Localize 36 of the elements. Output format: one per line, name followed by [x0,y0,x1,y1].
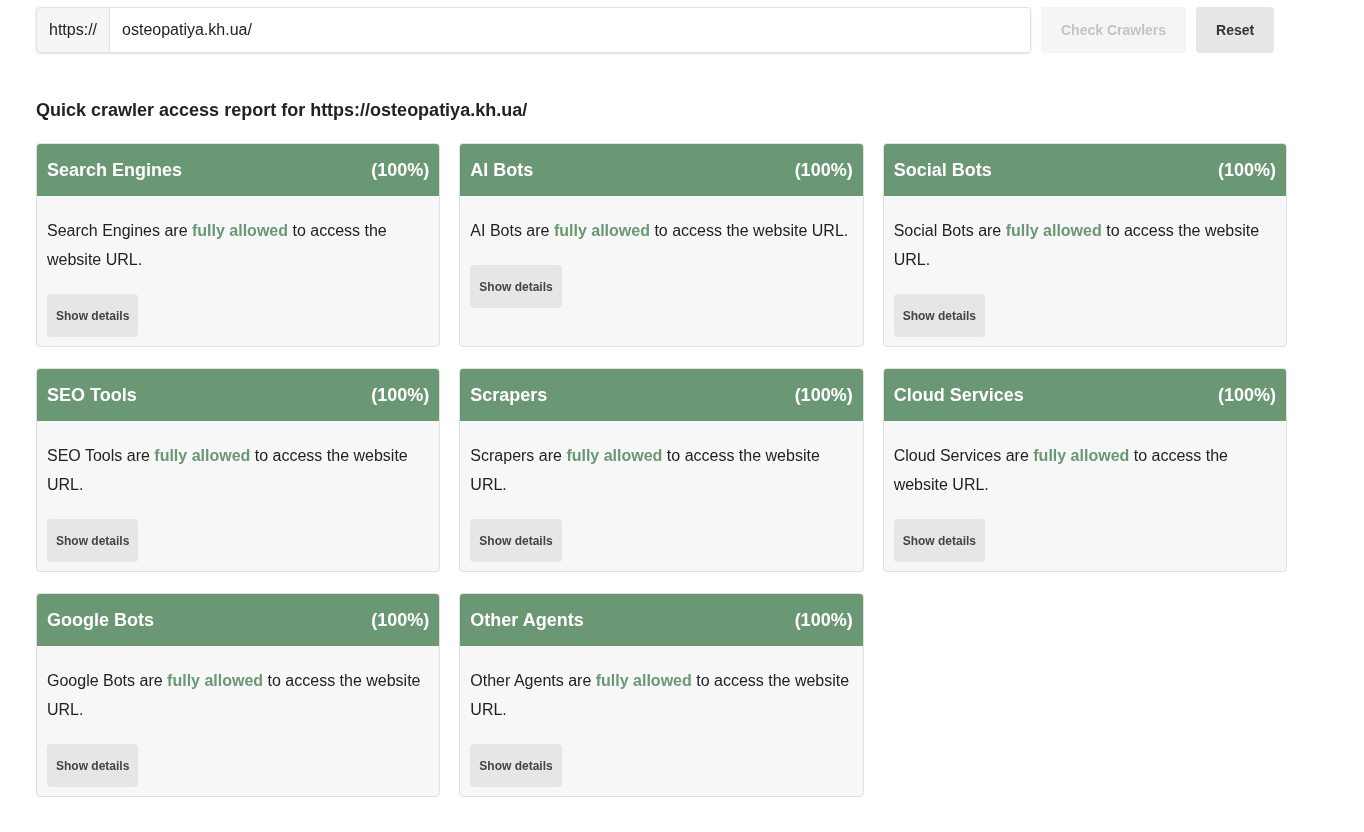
show-details-button[interactable]: Show details [470,744,562,787]
card-text: Scrapers are fully allowed to access the website URL. [470,446,821,495]
show-details-button[interactable]: Show details [47,294,139,337]
card-percent: (100%) [1217,158,1276,182]
show-details-button[interactable]: Show details [47,744,139,787]
card-title: SEO Tools [47,383,137,407]
card-title: Other Agents [470,608,584,632]
card-title: Social Bots [893,158,992,182]
card-title: Search Engines [47,158,183,182]
card-percent: (100%) [794,608,853,632]
card-text: AI Bots are fully allowed to access the website URL. [470,221,850,241]
card-text: Other Agents are fully allowed to access the website URL. [470,671,851,720]
show-details-button[interactable]: Show details [470,519,562,562]
card-text: SEO Tools are fully allowed to access the website URL. [47,446,409,495]
card-text: Google Bots are fully allowed to access the website URL. [47,671,422,720]
card-percent: (100%) [371,158,430,182]
show-details-button[interactable]: Show details [470,265,562,308]
card-title: Scrapers [470,383,548,407]
show-details-button[interactable]: Show details [893,294,985,337]
card-text: Social Bots are fully allowed to access the website URL. [893,221,1261,270]
reset-button[interactable]: Reset [1196,7,1275,53]
card-title: Cloud Services [893,383,1024,407]
card-text: Search Engines are fully allowed to access the website URL. [47,221,388,270]
card-percent: (100%) [1217,383,1276,407]
card-percent: (100%) [371,608,430,632]
card-percent: (100%) [794,383,853,407]
card-title: AI Bots [470,158,534,182]
show-details-button[interactable]: Show details [893,519,985,562]
card-title: Google Bots [47,608,154,632]
card-percent: (100%) [371,383,430,407]
card-text: Cloud Services are fully allowed to access the website URL. [893,446,1229,495]
card-percent: (100%) [794,158,853,182]
url-prefix: https:// [36,7,111,53]
report-heading: Quick crawler access report for https://osteopatiya.kh.ua/ [36,99,529,122]
show-details-button[interactable]: Show details [47,519,139,562]
url-field[interactable]: osteopatiya.kh.ua/ [110,7,1031,53]
